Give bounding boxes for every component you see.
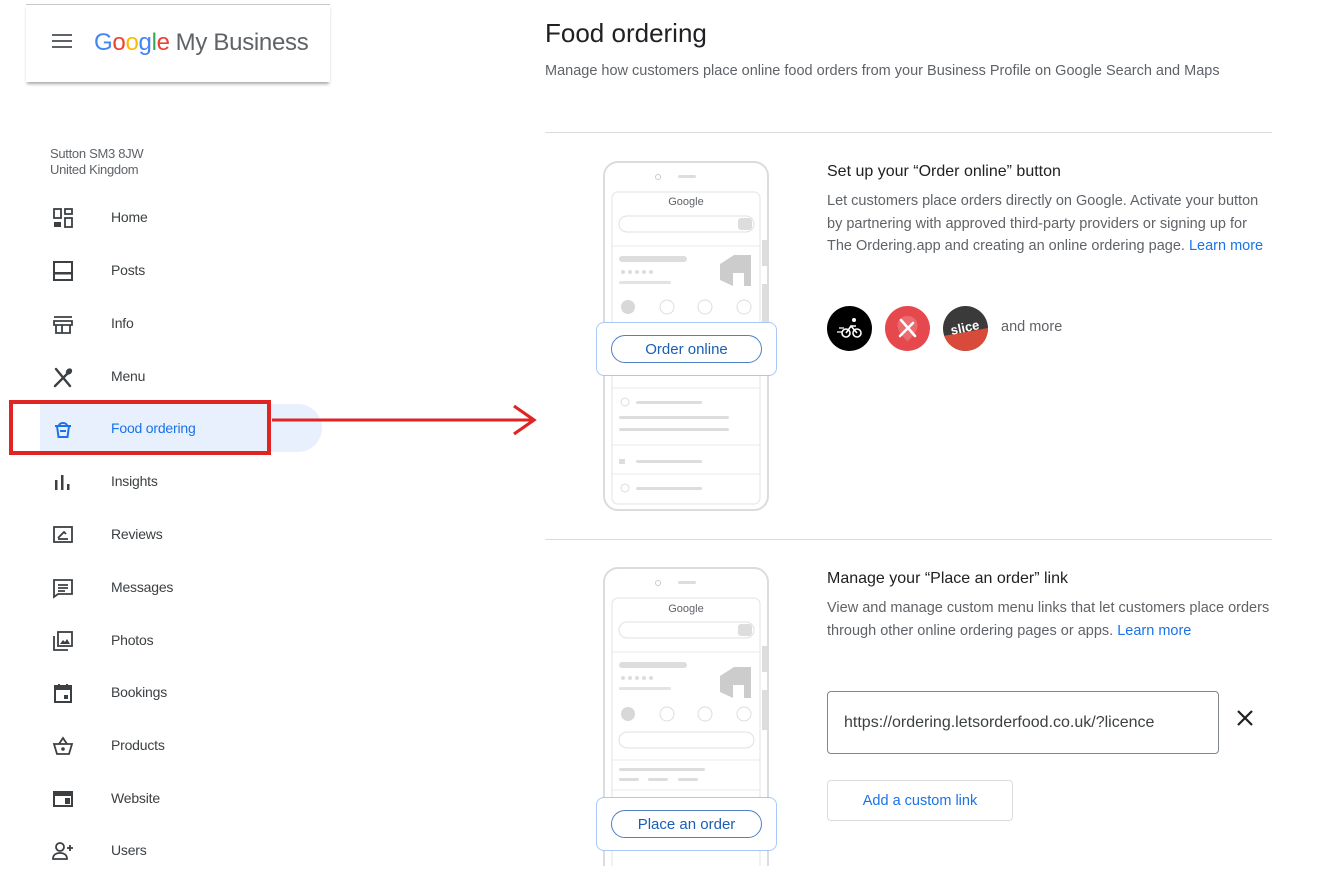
illustration-order-online-label: Order online [611, 335, 762, 363]
order-online-description: Let customers place orders directly on G… [827, 190, 1272, 258]
divider [545, 132, 1272, 133]
illustration-brand: Google [668, 603, 704, 615]
products-icon [52, 736, 74, 755]
sidebar-item-label: Photos [111, 632, 154, 648]
close-icon[interactable] [1233, 706, 1257, 730]
app-header: Google My Business [26, 4, 330, 82]
address-line-1: Sutton SM3 8JW [50, 146, 144, 161]
insights-icon [55, 475, 70, 490]
sidebar-item-label: Insights [111, 473, 158, 489]
sidebar-item-menu[interactable]: Menu [40, 352, 322, 400]
sidebar-item-products[interactable]: Products [40, 721, 322, 769]
reviews-icon [53, 526, 73, 543]
illustration-place-order-button: Place an order [596, 797, 777, 851]
annotation-arrow-icon [272, 404, 537, 436]
sidebar-item-home[interactable]: Home [40, 193, 322, 241]
annotation-highlight-box [9, 400, 271, 455]
sidebar-item-label: Bookings [111, 684, 167, 700]
place-order-description: View and manage custom menu links that l… [827, 597, 1272, 642]
photos-icon [53, 631, 73, 651]
business-address: Sutton SM3 8JW United Kingdom [50, 146, 144, 178]
sidebar-item-insights[interactable]: Insights [40, 457, 322, 505]
illustration-order-online-button: Order online [596, 322, 777, 376]
sidebar-item-label: Menu [111, 368, 146, 384]
messages-icon [53, 579, 73, 599]
learn-more-link[interactable]: Learn more [1189, 238, 1263, 254]
sidebar-item-bookings[interactable]: Bookings [40, 668, 322, 716]
sidebar-item-label: Website [111, 790, 160, 806]
storefront-icon [53, 316, 73, 334]
illustration-brand: Google [668, 196, 704, 208]
sidebar-item-posts[interactable]: Posts [40, 246, 322, 294]
delivery-cyclist-icon [837, 318, 862, 338]
page-subtitle: Manage how customers place online food o… [545, 63, 1220, 79]
providers-and-more: and more [1001, 319, 1063, 335]
sidebar-item-website[interactable]: Website [40, 774, 322, 822]
custom-link-url-input[interactable]: https://ordering.letsorderfood.co.uk/?li… [827, 691, 1219, 754]
provider-utensils-logo [885, 306, 930, 351]
sidebar-item-reviews[interactable]: Reviews [40, 510, 322, 558]
website-icon [53, 791, 73, 807]
illustration-place-order-label: Place an order [611, 810, 762, 838]
sidebar-item-messages[interactable]: Messages [40, 563, 322, 611]
place-order-body: View and manage custom menu links that l… [827, 600, 1270, 639]
sidebar-item-info[interactable]: Info [40, 299, 322, 347]
add-user-icon [52, 842, 73, 860]
address-line-2: United Kingdom [50, 162, 139, 177]
utensils-icon [53, 367, 73, 388]
page-title: Food ordering [545, 18, 707, 48]
dashboard-icon [53, 208, 73, 228]
add-custom-link-button[interactable]: Add a custom link [827, 780, 1013, 821]
sidebar-item-photos[interactable]: Photos [40, 616, 322, 664]
place-order-title: Manage your “Place an order” link [827, 570, 1069, 587]
sidebar-item-label: Products [111, 737, 165, 753]
provider-slice-logo: slice [943, 306, 988, 351]
sidebar-item-label: Messages [111, 579, 174, 595]
sidebar-item-users[interactable]: Users [40, 826, 322, 874]
sidebar-item-label: Reviews [111, 526, 163, 542]
menu-hamburger-icon[interactable] [52, 33, 72, 49]
sidebar-item-label: Home [111, 209, 148, 225]
slice-logo-icon: slice [943, 317, 988, 351]
app-logo[interactable]: Google My Business [94, 29, 309, 57]
sidebar-item-label: Posts [111, 262, 146, 278]
sidebar-item-label: Info [111, 315, 134, 331]
order-online-title: Set up your “Order online” button [827, 163, 1061, 180]
learn-more-link[interactable]: Learn more [1117, 623, 1191, 639]
bookings-icon [54, 684, 72, 703]
provider-postmates-logo [827, 306, 872, 351]
divider [545, 539, 1272, 540]
map-pin-utensils-icon [897, 316, 918, 342]
posts-icon [53, 261, 73, 281]
sidebar-item-label: Users [111, 842, 147, 858]
